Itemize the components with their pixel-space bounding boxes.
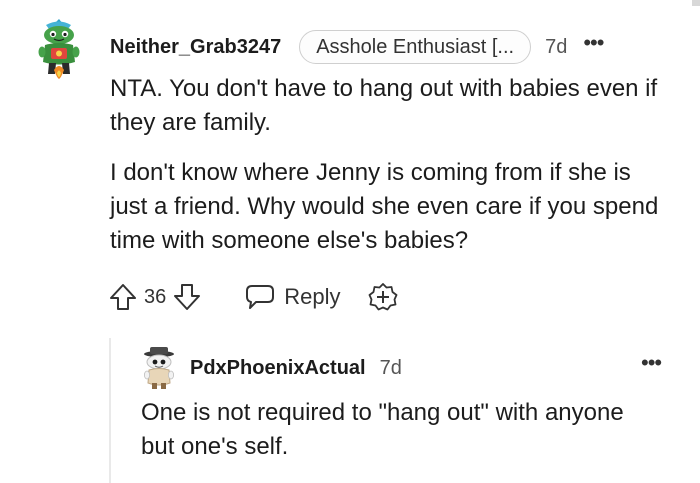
comment-header: Neither_Grab3247 Asshole Enthusiast [...… <box>110 28 604 66</box>
upvote-button[interactable] <box>108 282 138 312</box>
award-plus-icon <box>368 283 397 311</box>
scrollbar-corner <box>692 0 700 6</box>
snoo-avatar-green-icon[interactable] <box>34 18 84 80</box>
reply-timestamp[interactable]: 7d <box>380 357 402 380</box>
thread-line[interactable] <box>109 338 111 483</box>
downvote-button[interactable] <box>172 282 202 312</box>
upvote-arrow-icon <box>110 284 136 310</box>
comment-body-paragraph: NTA. You don't have to hang out with bab… <box>110 75 658 136</box>
vote-count: 36 <box>144 285 167 308</box>
comment-actions: 36 Reply <box>108 278 399 316</box>
reply-more-options-button[interactable]: ••• <box>641 352 662 374</box>
downvote-arrow-icon <box>174 284 201 310</box>
comment-body-paragraph: I don't know where Jenny is coming from … <box>110 159 659 254</box>
reply-header: PdxPhoenixActual 7d <box>190 352 402 384</box>
speech-bubble-icon <box>246 285 275 309</box>
comment-timestamp[interactable]: 7d <box>545 36 567 59</box>
award-button[interactable] <box>367 281 399 313</box>
snoo-avatar-hat-icon[interactable] <box>141 346 177 390</box>
more-options-button[interactable]: ••• <box>583 32 604 54</box>
reply-username[interactable]: PdxPhoenixActual <box>190 357 366 380</box>
user-flair-badge: Asshole Enthusiast [... <box>299 30 532 64</box>
reply-label: Reply <box>284 284 341 309</box>
comment-username[interactable]: Neither_Grab3247 <box>110 36 281 59</box>
reply-button[interactable]: Reply <box>244 283 341 311</box>
reply-body: One is not required to "hang out" with a… <box>141 399 624 460</box>
